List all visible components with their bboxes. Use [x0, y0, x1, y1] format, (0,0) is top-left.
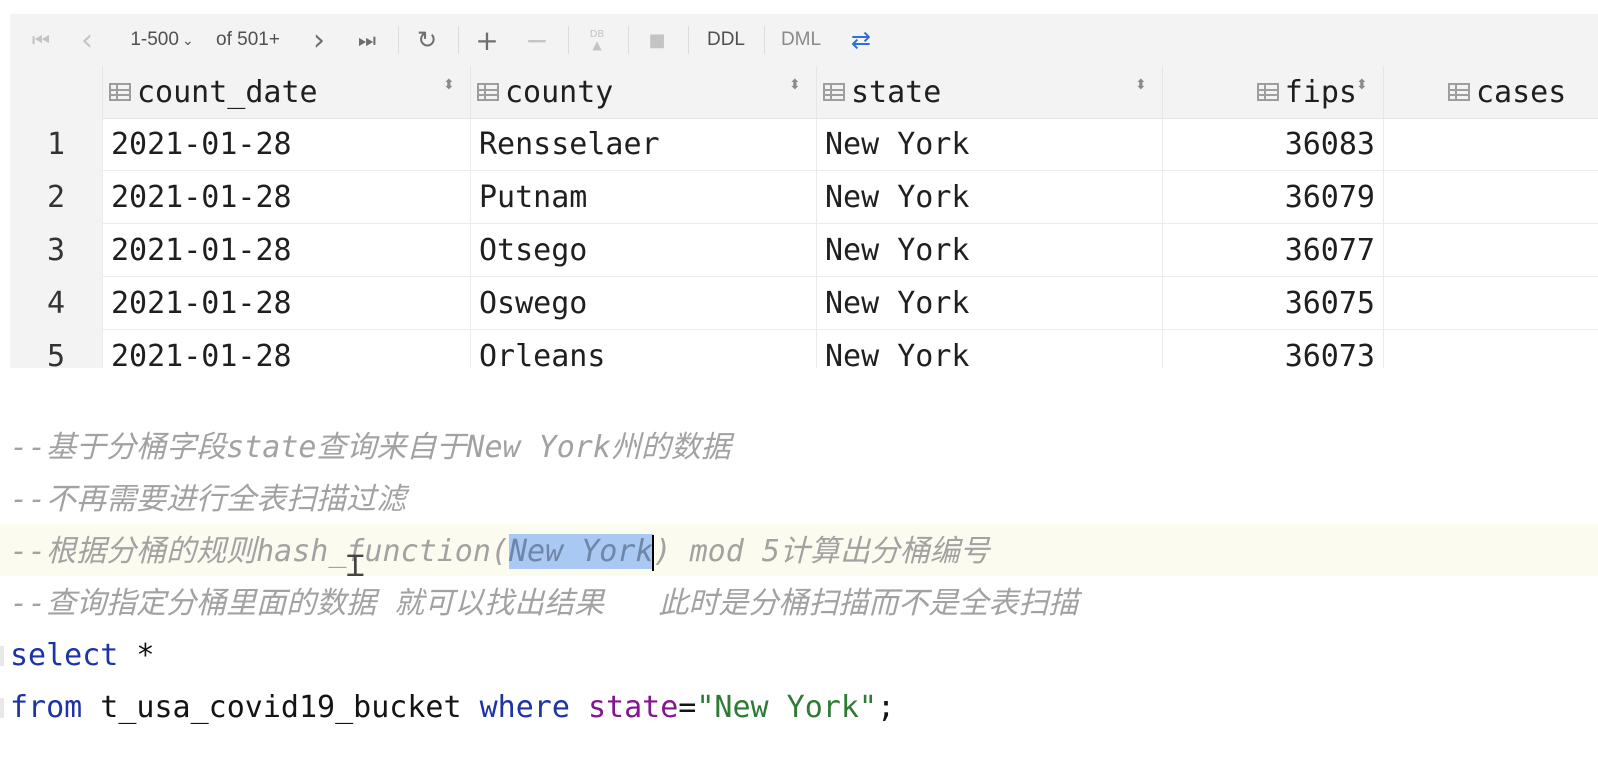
- column-icon: [109, 83, 131, 101]
- cell-fips[interactable]: 36077: [1163, 224, 1384, 277]
- row-number: 4: [10, 277, 103, 330]
- code-comment-line[interactable]: --根据分桶的规则hash_function(New York) mod 5计算…: [10, 526, 990, 578]
- toolbar-divider: [688, 26, 689, 54]
- page-range-dropdown[interactable]: 1-500 ⌄: [116, 14, 208, 66]
- cell-county[interactable]: Otsego: [471, 224, 817, 277]
- cell-cases[interactable]: 71: [1384, 171, 1598, 224]
- mouse-ibeam-cursor: Ɪ: [347, 549, 364, 584]
- cell-county[interactable]: Putnam: [471, 171, 817, 224]
- first-page-icon[interactable]: ⏮: [26, 14, 56, 66]
- row-number: 3: [10, 224, 103, 277]
- column-header-county[interactable]: county ⬍: [471, 66, 817, 118]
- row-number: 5: [10, 330, 103, 368]
- ddl-button[interactable]: DDL: [702, 14, 750, 66]
- column-icon: [477, 83, 499, 101]
- row-number: 2: [10, 171, 103, 224]
- column-header-fips[interactable]: fips ⬍: [1163, 66, 1384, 118]
- table-row[interactable]: 2 2021-01-28 Putnam New York 36079 71: [10, 171, 1598, 224]
- last-page-icon[interactable]: ⏭: [352, 14, 382, 66]
- results-toolbar: ⏮ ‹ 1-500 ⌄ of 501+ › ⏭ ↻ + − DB ▲ ■ DDL…: [10, 14, 1598, 67]
- toolbar-divider: [568, 26, 569, 54]
- grid-header: count_date ⬍ county ⬍ state ⬍ fips ⬍ cas…: [10, 66, 1598, 119]
- previous-page-icon[interactable]: ‹: [72, 14, 102, 66]
- cell-county[interactable]: Oswego: [471, 277, 817, 330]
- cell-state[interactable]: New York: [817, 118, 1163, 171]
- fold-marker[interactable]: [0, 698, 4, 718]
- cell-fips[interactable]: 36075: [1163, 277, 1384, 330]
- table-row[interactable]: 5 2021-01-28 Orleans New York 36073 21: [10, 330, 1598, 368]
- cell-count-date[interactable]: 2021-01-28: [103, 224, 471, 277]
- cell-state[interactable]: New York: [817, 330, 1163, 368]
- table-row[interactable]: 3 2021-01-28 Otsego New York 36077 19: [10, 224, 1598, 277]
- chevron-down-icon: ⌄: [181, 31, 194, 48]
- cell-county[interactable]: Orleans: [471, 330, 817, 368]
- column-header-cases[interactable]: cases: [1384, 66, 1598, 118]
- next-page-icon[interactable]: ›: [304, 14, 334, 66]
- cell-fips[interactable]: 36073: [1163, 330, 1384, 368]
- cell-fips[interactable]: 36079: [1163, 171, 1384, 224]
- toolbar-divider: [764, 26, 765, 54]
- compare-icon[interactable]: ⇄: [844, 14, 878, 66]
- sort-icon[interactable]: ⬍: [789, 78, 801, 92]
- refresh-icon[interactable]: ↻: [412, 14, 442, 66]
- cell-count-date[interactable]: 2021-01-28: [103, 171, 471, 224]
- table-row[interactable]: 1 2021-01-28 Rensselaer New York 36083 7…: [10, 118, 1598, 171]
- column-icon: [1256, 83, 1279, 101]
- remove-row-icon[interactable]: −: [522, 14, 552, 66]
- keyword-select: select: [10, 638, 119, 673]
- page-range-label: 1-500: [130, 29, 179, 50]
- cell-county[interactable]: Rensselaer: [471, 118, 817, 171]
- cell-cases[interactable]: 21: [1384, 330, 1598, 368]
- cell-fips[interactable]: 36083: [1163, 118, 1384, 171]
- cell-count-date[interactable]: 2021-01-28: [103, 277, 471, 330]
- cell-cases[interactable]: 77: [1384, 118, 1598, 171]
- sort-icon[interactable]: ⬍: [1356, 78, 1368, 92]
- column-reference: state: [587, 690, 679, 725]
- cell-state[interactable]: New York: [817, 224, 1163, 277]
- table-row[interactable]: 4 2021-01-28 Oswego New York 36075 53: [10, 277, 1598, 330]
- cell-cases[interactable]: 53: [1384, 277, 1598, 330]
- column-header-state[interactable]: state ⬍: [817, 66, 1163, 118]
- sort-icon[interactable]: ⬍: [443, 78, 455, 92]
- cell-count-date[interactable]: 2021-01-28: [103, 118, 471, 171]
- row-number-header: [10, 66, 103, 118]
- keyword-where: where: [479, 690, 570, 725]
- stop-icon[interactable]: ■: [642, 14, 672, 66]
- results-panel: ⏮ ‹ 1-500 ⌄ of 501+ › ⏭ ↻ + − DB ▲ ■ DDL…: [10, 14, 1598, 368]
- cell-cases[interactable]: 19: [1384, 224, 1598, 277]
- submit-to-db-icon[interactable]: DB ▲: [582, 14, 612, 66]
- cell-state[interactable]: New York: [817, 277, 1163, 330]
- code-comment-line[interactable]: --基于分桶字段state查询来自于New York州的数据: [10, 422, 731, 474]
- dml-button[interactable]: DML: [776, 14, 826, 66]
- string-literal: "New York": [696, 690, 877, 725]
- toolbar-divider: [398, 26, 399, 54]
- code-comment-line[interactable]: --查询指定分桶里面的数据 就可以找出结果 此时是分桶扫描而不是全表扫描: [10, 578, 1078, 630]
- sql-editor[interactable]: --基于分桶字段state查询来自于New York州的数据 --不再需要进行全…: [0, 368, 1598, 772]
- code-line-select[interactable]: select *: [10, 630, 155, 682]
- row-number: 1: [10, 118, 103, 171]
- fold-marker[interactable]: [0, 646, 4, 666]
- column-header-count-date[interactable]: count_date ⬍: [103, 66, 471, 118]
- code-line-from[interactable]: from t_usa_covid19_bucket where state="N…: [10, 682, 895, 734]
- add-row-icon[interactable]: +: [472, 14, 502, 66]
- column-icon: [823, 83, 845, 101]
- column-icon: [1448, 83, 1470, 101]
- toolbar-divider: [628, 26, 629, 54]
- toolbar-divider: [458, 26, 459, 54]
- cell-state[interactable]: New York: [817, 171, 1163, 224]
- total-rows-label[interactable]: of 501+: [210, 14, 286, 66]
- selected-text[interactable]: New York: [508, 534, 654, 569]
- sort-icon[interactable]: ⬍: [1135, 78, 1147, 92]
- code-comment-line[interactable]: --不再需要进行全表扫描过滤: [10, 474, 406, 526]
- keyword-from: from: [10, 690, 83, 725]
- cell-count-date[interactable]: 2021-01-28: [103, 330, 471, 368]
